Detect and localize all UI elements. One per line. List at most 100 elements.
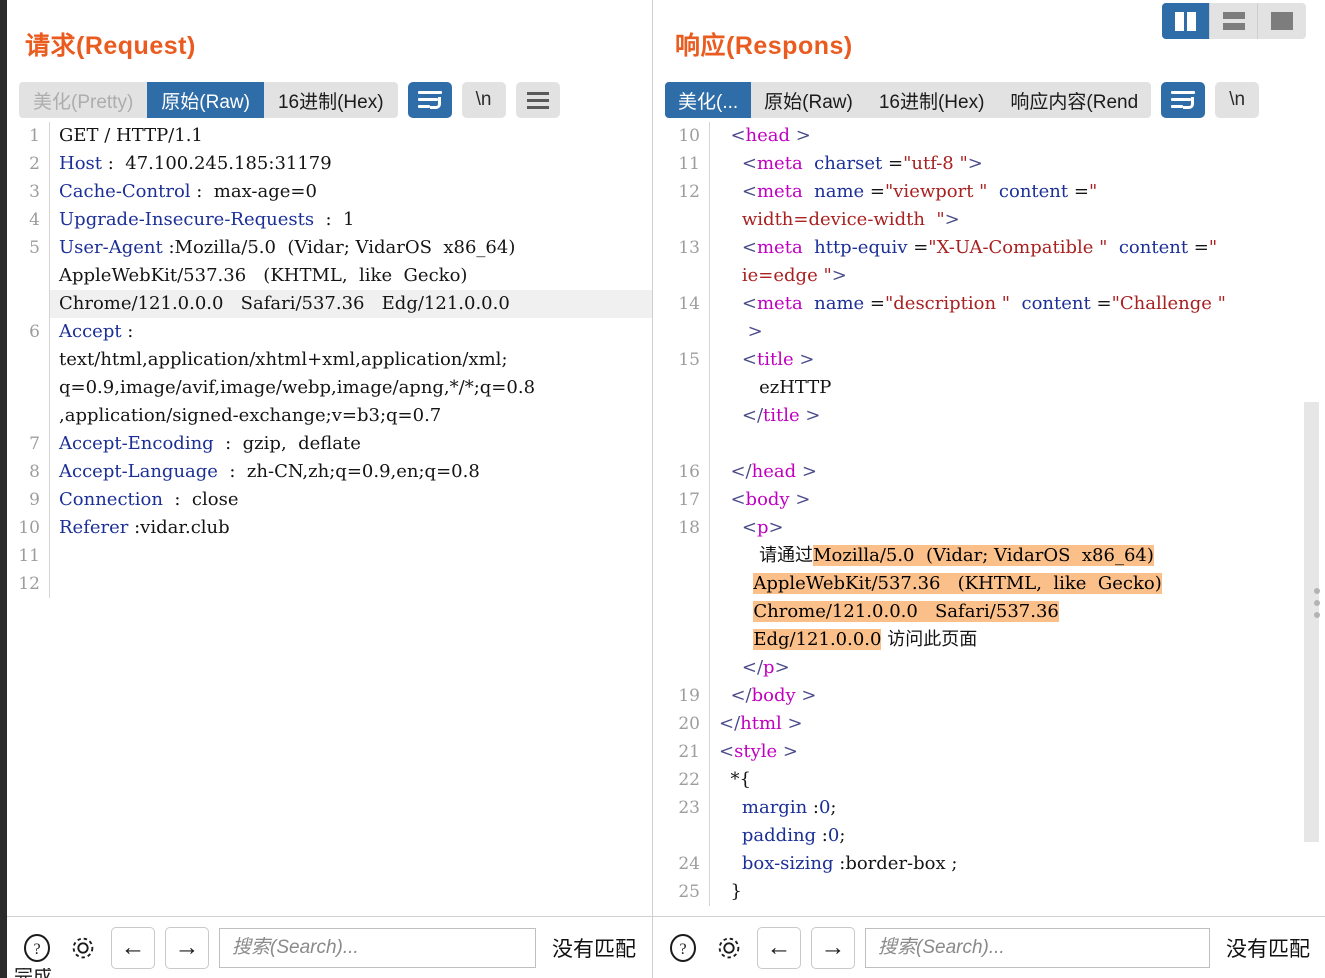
layout-split-button[interactable]: [1162, 3, 1210, 39]
request-tab-0[interactable]: 美化(Pretty): [19, 82, 147, 118]
request-newline-button[interactable]: \n: [461, 82, 506, 118]
code-span: margin: [741, 797, 808, 818]
layout-stacked-button[interactable]: [1210, 3, 1258, 39]
request-match-status: 没有匹配: [552, 937, 636, 961]
code-span: body: [745, 489, 790, 510]
code-span: =: [882, 153, 904, 174]
code-span: Accept-Encoding: [59, 433, 214, 454]
response-tab-1[interactable]: 原始(Raw): [751, 82, 866, 118]
line-text: </body >: [709, 682, 1325, 710]
code-span: >: [795, 685, 817, 706]
code-span: [803, 293, 814, 314]
code-span: </: [741, 405, 764, 426]
line-text: </html >: [709, 710, 1325, 738]
word-wrap-icon: [417, 91, 442, 109]
gear-icon[interactable]: [65, 930, 101, 966]
line-text: ie=edge ">: [709, 262, 1325, 290]
line-text: padding :0;: [709, 822, 1325, 850]
request-code-line: 9 Connection : close: [7, 486, 652, 514]
code-span: User-Agent: [59, 237, 163, 258]
code-span: :vidar.club: [128, 517, 230, 538]
scrollbar-thumb[interactable]: [1304, 402, 1319, 842]
code-span: charset: [814, 153, 883, 174]
request-word-wrap-button[interactable]: [407, 82, 452, 118]
response-tab-0[interactable]: 美化(...: [665, 82, 752, 118]
response-code-line: Edg/121.0.0.0 访问此页面: [653, 626, 1325, 654]
search-prev-button[interactable]: ←: [757, 926, 801, 969]
search-next-button[interactable]: →: [811, 926, 855, 969]
layout-single-button[interactable]: [1258, 3, 1306, 39]
code-span: </: [730, 461, 752, 482]
request-more-menu-button[interactable]: [515, 82, 560, 118]
request-tab-1[interactable]: 原始(Raw): [147, 82, 264, 118]
response-code-viewport[interactable]: 10 <head >11 <meta charset ="utf-8 "> 12 …: [653, 122, 1325, 916]
request-code-line: AppleWebKit/537.36 (KHTML, like Gecko): [7, 262, 652, 290]
code-span: [719, 405, 742, 426]
code-span: padding: [741, 825, 817, 846]
request-code-line: 2 Host : 47.100.245.185:31179: [7, 150, 652, 178]
code-span: [719, 517, 742, 538]
code-span: [803, 237, 814, 258]
line-text: box-sizing :border-box ;: [709, 850, 1325, 878]
response-code-line: 25 }: [653, 878, 1325, 906]
request-code-line: 5 User-Agent :Mozilla/5.0 (Vidar; VidarOS…: [7, 234, 652, 262]
code-span: :border-box ;: [833, 853, 958, 874]
request-code-viewport[interactable]: 1 GET / HTTP/1.1 2 Host : 47.100.245.185:31…: [7, 122, 652, 916]
code-span: Edg/121.0.0.0: [753, 629, 882, 650]
response-code-line: 24 box-sizing :border-box ;: [653, 850, 1325, 878]
response-code-line: 11 <meta charset ="utf-8 ">: [653, 150, 1325, 178]
line-text: <meta charset ="utf-8 ">: [709, 150, 1325, 178]
code-span: [719, 601, 753, 622]
response-code-line: Chrome/121.0.0.0 Safari/537.36: [653, 598, 1325, 626]
line-number: 1: [29, 126, 40, 146]
code-span: style: [734, 741, 778, 762]
line-number: 7: [29, 434, 40, 454]
code-span: title: [756, 349, 794, 370]
code-span: Accept-Language: [59, 461, 218, 482]
line-text: <style >: [709, 738, 1325, 766]
gear-icon[interactable]: [711, 930, 747, 966]
line-number: 6: [29, 322, 40, 342]
code-span: </: [741, 657, 764, 678]
code-span: p: [763, 657, 775, 678]
search-next-button[interactable]: →: [165, 926, 209, 969]
code-span: [719, 853, 742, 874]
response-tab-3[interactable]: 响应内容(Rend: [997, 82, 1151, 118]
code-span: "X-UA-Compatible ": [928, 237, 1108, 258]
search-prev-button[interactable]: ←: [111, 926, 155, 969]
code-span: body: [751, 685, 796, 706]
request-search-input[interactable]: [230, 935, 525, 960]
http-inspector-window: 请求(Request) 美化(Pretty) 原始(Raw) 16进制(Hex) \…: [0, 0, 1325, 978]
line-number: 13: [678, 238, 700, 258]
code-span: :: [816, 825, 828, 846]
line-number: 20: [678, 714, 700, 734]
help-icon[interactable]: ?: [665, 930, 701, 966]
line-number: 4: [29, 210, 40, 230]
response-vertical-scrollbar[interactable]: [1304, 272, 1319, 852]
line-text: }: [709, 878, 1325, 906]
right-splitter-handle[interactable]: [1314, 588, 1320, 618]
code-span: head: [745, 125, 791, 146]
response-newline-button[interactable]: \n: [1215, 82, 1260, 118]
response-code-line: 18 <p>: [653, 514, 1325, 542]
code-span: [1010, 293, 1021, 314]
response-search-box[interactable]: [865, 927, 1210, 968]
help-icon[interactable]: ?: [19, 930, 55, 966]
response-tab-2[interactable]: 16进制(Hex): [866, 82, 998, 118]
line-text: Accept-Language : zh-CN,zh;q=0.9,en;q=0.…: [49, 458, 652, 486]
response-code-line: 22 *{: [653, 766, 1325, 794]
code-span: Accept: [59, 321, 122, 342]
line-number: 16: [678, 462, 700, 482]
request-tab-2[interactable]: 16进制(Hex): [264, 82, 398, 118]
stacked-view-icon: [1222, 12, 1245, 30]
code-span: Referer: [59, 517, 129, 538]
left-edge-rail: [0, 0, 7, 978]
response-code-line: padding :0;: [653, 822, 1325, 850]
code-span: =: [1188, 237, 1209, 258]
response-word-wrap-button[interactable]: [1161, 82, 1206, 118]
line-text: ezHTTP: [709, 374, 1325, 402]
line-number: 15: [678, 350, 700, 370]
response-search-input[interactable]: [876, 935, 1199, 960]
request-search-box[interactable]: [219, 927, 536, 968]
code-span: >: [774, 657, 790, 678]
